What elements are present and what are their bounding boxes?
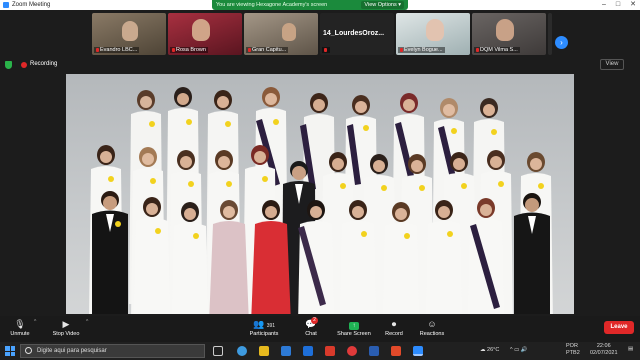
zoom-app-icon	[3, 2, 9, 8]
minimize-icon[interactable]: –	[602, 1, 606, 9]
windows-taskbar: Digite aqui para pesquisar ☁ 26°C ^ ▭ 🔊 …	[0, 342, 640, 360]
participant-video-strip: Evandro LBC... Rosa Brown Gran Capitu...…	[0, 10, 640, 57]
audio-options-caret-icon[interactable]: ^	[34, 319, 36, 325]
security-shield-icon[interactable]	[5, 61, 12, 69]
clock-date: 02/07/2021	[590, 350, 618, 356]
zoom-taskbar-icon[interactable]	[413, 346, 423, 356]
leave-button[interactable]: Leave	[604, 321, 634, 334]
notifications-icon[interactable]: ▤	[628, 346, 633, 352]
participant-tile[interactable]: 14_LourdesOroz...	[320, 13, 394, 55]
next-page-chevron-icon[interactable]: ›	[555, 36, 568, 49]
share-banner-text: You are viewing Hexagone Academy's scree…	[216, 2, 328, 8]
recording-label: Recording	[30, 61, 58, 67]
clock[interactable]: 22:06 02/07/2021	[590, 343, 618, 357]
video-camera-icon: ▶	[62, 319, 70, 329]
participant-tile[interactable]: Evelyn Bogue...	[396, 13, 470, 55]
recording-dot-icon	[21, 62, 27, 68]
keyboard-layout: PTB2	[566, 350, 580, 356]
participant-name: Gran Capitu...	[246, 47, 289, 53]
record-icon: ⏺	[391, 319, 397, 329]
muted-mic-icon	[324, 47, 327, 52]
view-button[interactable]: View	[600, 59, 624, 70]
reactions-button[interactable]: ☺ Reactions	[418, 319, 446, 337]
weather-indicator[interactable]: ☁ 26°C	[480, 347, 499, 353]
view-options-button[interactable]: View Options ▾	[361, 1, 404, 9]
task-view-icon[interactable]	[213, 346, 223, 356]
chat-unread-badge: 2	[311, 317, 318, 324]
search-placeholder: Digite aqui para pesquisar	[37, 348, 107, 354]
chat-button[interactable]: 💬 2 Chat	[300, 317, 322, 337]
chat-icon: 💬 2	[305, 317, 318, 329]
record-button[interactable]: ⏺ Record	[382, 319, 406, 337]
participant-face	[282, 23, 296, 41]
search-icon	[25, 347, 32, 354]
chrome-browser-icon[interactable]	[347, 346, 357, 356]
participant-face	[192, 19, 210, 41]
opera-browser-icon[interactable]	[391, 346, 401, 356]
participant-face	[496, 19, 514, 41]
edge-browser-icon[interactable]	[237, 346, 247, 356]
participants-button[interactable]: 👥 391 Participants	[244, 319, 284, 337]
reactions-label: Reactions	[419, 331, 445, 337]
group-photo	[89, 87, 553, 314]
participant-tile-partial	[548, 13, 552, 55]
file-explorer-icon[interactable]	[259, 346, 269, 356]
video-options-caret-icon[interactable]: ^	[86, 319, 88, 325]
participants-label: Participants	[249, 331, 279, 337]
participant-name: Evandro LBC...	[94, 47, 140, 53]
muted-mic-icon	[248, 47, 251, 52]
screen-share-banner: You are viewing Hexagone Academy's scree…	[212, 0, 408, 10]
participant-tile[interactable]: Rosa Brown	[168, 13, 242, 55]
participants-icon: 👥 391	[252, 319, 276, 329]
clock-time: 22:06	[596, 343, 611, 349]
participant-name: Rosa Brown	[170, 47, 208, 53]
stop-video-label: Stop Video	[52, 331, 80, 337]
microphone-muted-icon: 🎙	[14, 319, 26, 329]
participant-face	[426, 19, 444, 41]
participant-tile[interactable]: Gran Capitu...	[244, 13, 318, 55]
window-controls: – □ ✕	[602, 1, 636, 9]
input-language: POR	[566, 343, 578, 349]
share-screen-icon: ↑	[334, 319, 374, 330]
word-icon[interactable]	[369, 346, 379, 356]
chat-label: Chat	[305, 331, 317, 337]
participant-tile[interactable]: Evandro LBC...	[92, 13, 166, 55]
participant-name: DQM Vilma S...	[474, 47, 520, 53]
taskbar-search-input[interactable]: Digite aqui para pesquisar	[20, 344, 205, 358]
unmute-button[interactable]: 🎙 Unmute	[6, 319, 34, 337]
system-tray-icons[interactable]: ^ ▭ 🔊	[510, 347, 528, 353]
office-app-icon[interactable]	[325, 346, 335, 356]
keyboard-layout-indicator[interactable]: POR PTB2	[566, 343, 580, 357]
unmute-label: Unmute	[10, 331, 30, 337]
weather-cloud-icon: ☁	[480, 347, 488, 353]
mail-icon[interactable]	[303, 346, 313, 356]
participant-name: Evelyn Bogue...	[398, 47, 445, 53]
participant-face	[122, 21, 138, 41]
muted-mic-icon	[96, 47, 99, 52]
participants-count: 391	[266, 323, 276, 329]
reactions-smiley-icon: ☺	[427, 319, 437, 329]
front-row	[92, 191, 550, 314]
share-screen-button[interactable]: ↑ Share Screen	[334, 319, 374, 337]
shared-screen-photo	[66, 74, 574, 314]
share-screen-label: Share Screen	[337, 331, 371, 337]
meeting-toolbar: 🎙 Unmute ^ ▶ Stop Video ^ 👥 391 Particip…	[0, 316, 640, 342]
close-icon[interactable]: ✕	[630, 1, 636, 9]
muted-mic-icon	[172, 47, 175, 52]
record-label: Record	[385, 331, 403, 337]
store-icon[interactable]	[281, 346, 291, 356]
muted-mic-icon	[400, 47, 403, 52]
stop-video-button[interactable]: ▶ Stop Video	[48, 319, 84, 337]
weather-temperature: 26°C	[487, 347, 500, 353]
maximize-icon[interactable]: □	[616, 1, 620, 9]
windows-start-icon[interactable]	[5, 346, 15, 356]
muted-mic-icon	[476, 47, 479, 52]
window-title: Zoom Meeting	[12, 2, 51, 8]
participant-display-name: 14_LourdesOroz...	[323, 30, 385, 37]
meeting-info-bar: Recording View	[0, 57, 640, 73]
participant-muted-indicator	[322, 47, 330, 53]
participant-tile[interactable]: DQM Vilma S...	[472, 13, 546, 55]
